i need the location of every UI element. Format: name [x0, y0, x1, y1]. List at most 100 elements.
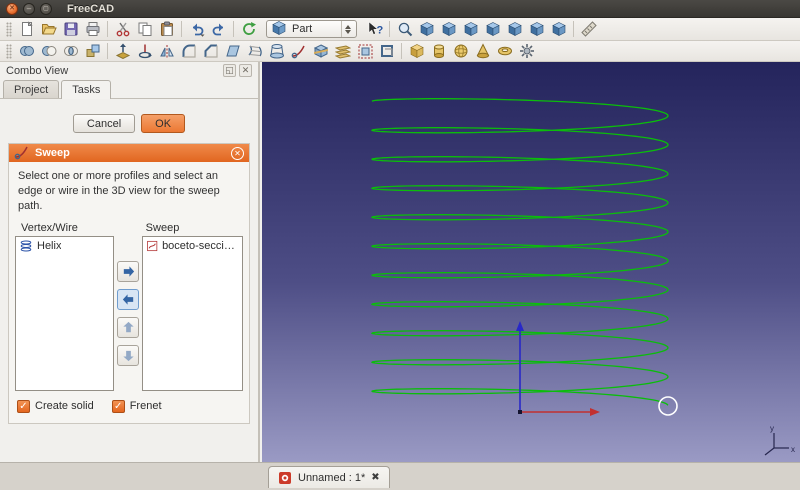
move-right-button[interactable]	[117, 261, 139, 282]
solid-torus-icon[interactable]	[494, 41, 515, 61]
edit-cut-icon[interactable]	[112, 19, 133, 39]
sweep-task-close-icon[interactable]	[231, 147, 244, 160]
view-right-icon[interactable]	[482, 19, 503, 39]
dock-float-icon[interactable]: ◱	[223, 64, 236, 77]
solid-sphere-icon[interactable]	[450, 41, 471, 61]
solid-cylinder-icon[interactable]	[428, 41, 449, 61]
cross-sections-icon[interactable]	[332, 41, 353, 61]
workbench-selector-value: Part	[292, 23, 336, 35]
whats-this-icon[interactable]: ?	[364, 19, 385, 39]
edit-copy-icon[interactable]	[134, 19, 155, 39]
axis-x-label: x	[791, 445, 795, 454]
loft-icon[interactable]	[266, 41, 287, 61]
help-group: ?	[364, 19, 385, 39]
combo-view-title: Combo View	[6, 65, 68, 77]
combo-view-tabs: Project Tasks	[0, 79, 258, 99]
toolbar-separator	[107, 21, 108, 37]
toolbar-grip[interactable]	[6, 22, 12, 37]
list-item[interactable]: Helix	[16, 237, 113, 255]
edit-paste-icon[interactable]	[156, 19, 177, 39]
toolbar-grip[interactable]	[6, 44, 12, 59]
mirror-icon[interactable]	[156, 41, 177, 61]
workbench-part-icon	[271, 20, 287, 39]
ruled-surface-icon[interactable]	[244, 41, 265, 61]
arrow-left-icon	[121, 292, 136, 307]
vertex-wire-listbox[interactable]: Helix	[15, 236, 114, 391]
thickness-icon[interactable]	[376, 41, 397, 61]
document-save-icon[interactable]	[60, 19, 81, 39]
boolean-intersection-icon[interactable]	[60, 41, 81, 61]
view-rear-icon[interactable]	[504, 19, 525, 39]
frenet-label: Frenet	[130, 400, 162, 412]
chamfer-icon[interactable]	[200, 41, 221, 61]
make-face-icon[interactable]	[222, 41, 243, 61]
boolean-icon-group	[16, 41, 103, 61]
extrude-icon[interactable]	[112, 41, 133, 61]
view-left-icon[interactable]	[548, 19, 569, 39]
move-up-button[interactable]	[117, 317, 139, 338]
section-icon[interactable]	[310, 41, 331, 61]
document-new-icon[interactable]	[16, 19, 37, 39]
toolbar-separator	[573, 21, 574, 37]
boolean-cut-icon[interactable]	[38, 41, 59, 61]
sweep-task-icon	[14, 144, 30, 163]
list-labels: Vertex/Wire Sweep	[9, 217, 249, 236]
solid-box-icon[interactable]	[406, 41, 427, 61]
view-front-icon[interactable]	[438, 19, 459, 39]
sweep-icon[interactable]	[288, 41, 309, 61]
solid-cone-icon[interactable]	[472, 41, 493, 61]
create-solid-checkbox[interactable]: Create solid	[17, 400, 94, 413]
create-solid-label: Create solid	[35, 400, 94, 412]
shape-builder-icon[interactable]	[516, 41, 537, 61]
measure-group	[578, 19, 599, 39]
fillet-icon[interactable]	[178, 41, 199, 61]
window-close-button[interactable]	[6, 3, 18, 15]
undo-icon[interactable]	[186, 19, 207, 39]
view-top-icon[interactable]	[460, 19, 481, 39]
window-maximize-button[interactable]	[40, 3, 52, 15]
boolean-union-icon[interactable]	[16, 41, 37, 61]
refresh-icon[interactable]	[238, 19, 259, 39]
move-left-button[interactable]	[117, 289, 139, 310]
dock-close-icon[interactable]: ✕	[239, 64, 252, 77]
toolbar-separator	[389, 21, 390, 37]
revolve-icon[interactable]	[134, 41, 155, 61]
undo-redo-group	[186, 19, 229, 39]
fit-all-icon[interactable]	[394, 19, 415, 39]
compound-icon[interactable]	[82, 41, 103, 61]
document-tab[interactable]: Unnamed : 1*	[268, 466, 390, 488]
combo-spinner-icon[interactable]	[341, 21, 354, 37]
window-title: FreeCAD	[67, 3, 114, 15]
sweep-listbox[interactable]: boceto-seccion-...	[142, 236, 243, 391]
tab-tasks[interactable]: Tasks	[61, 80, 111, 99]
offset-icon[interactable]	[354, 41, 375, 61]
sweep-task-title: Sweep	[35, 147, 70, 159]
cancel-button[interactable]: Cancel	[73, 114, 135, 133]
arrow-right-icon	[121, 264, 136, 279]
print-icon[interactable]	[82, 19, 103, 39]
measure-distance-icon[interactable]	[578, 19, 599, 39]
view-bottom-icon[interactable]	[526, 19, 547, 39]
sweep-options: Create solid Frenet	[9, 391, 249, 423]
corner-axis-indicator: x y	[765, 424, 795, 455]
workbench-selector[interactable]: Part	[266, 20, 357, 38]
document-open-icon[interactable]	[38, 19, 59, 39]
window-minimize-button[interactable]	[23, 3, 35, 15]
ok-button[interactable]: OK	[141, 114, 185, 133]
axonometric-icon[interactable]	[416, 19, 437, 39]
redo-icon[interactable]	[208, 19, 229, 39]
3d-scene[interactable]: x y	[262, 62, 800, 462]
axis-y-label: y	[770, 424, 774, 433]
tab-project[interactable]: Project	[3, 80, 59, 98]
toolbar-separator	[233, 21, 234, 37]
move-down-button[interactable]	[117, 345, 139, 366]
clipboard-icon-group	[112, 19, 177, 39]
tasks-page: Cancel OK Sweep Select one or more profi…	[0, 100, 258, 462]
freecad-doc-icon	[278, 471, 292, 485]
3d-viewport[interactable]: x y	[262, 62, 800, 462]
frenet-checkbox[interactable]: Frenet	[112, 400, 162, 413]
part-modeling-group	[112, 41, 397, 61]
part-toolbar	[0, 41, 800, 62]
document-tab-close-icon[interactable]	[371, 472, 379, 483]
list-item[interactable]: boceto-seccion-...	[143, 237, 242, 255]
